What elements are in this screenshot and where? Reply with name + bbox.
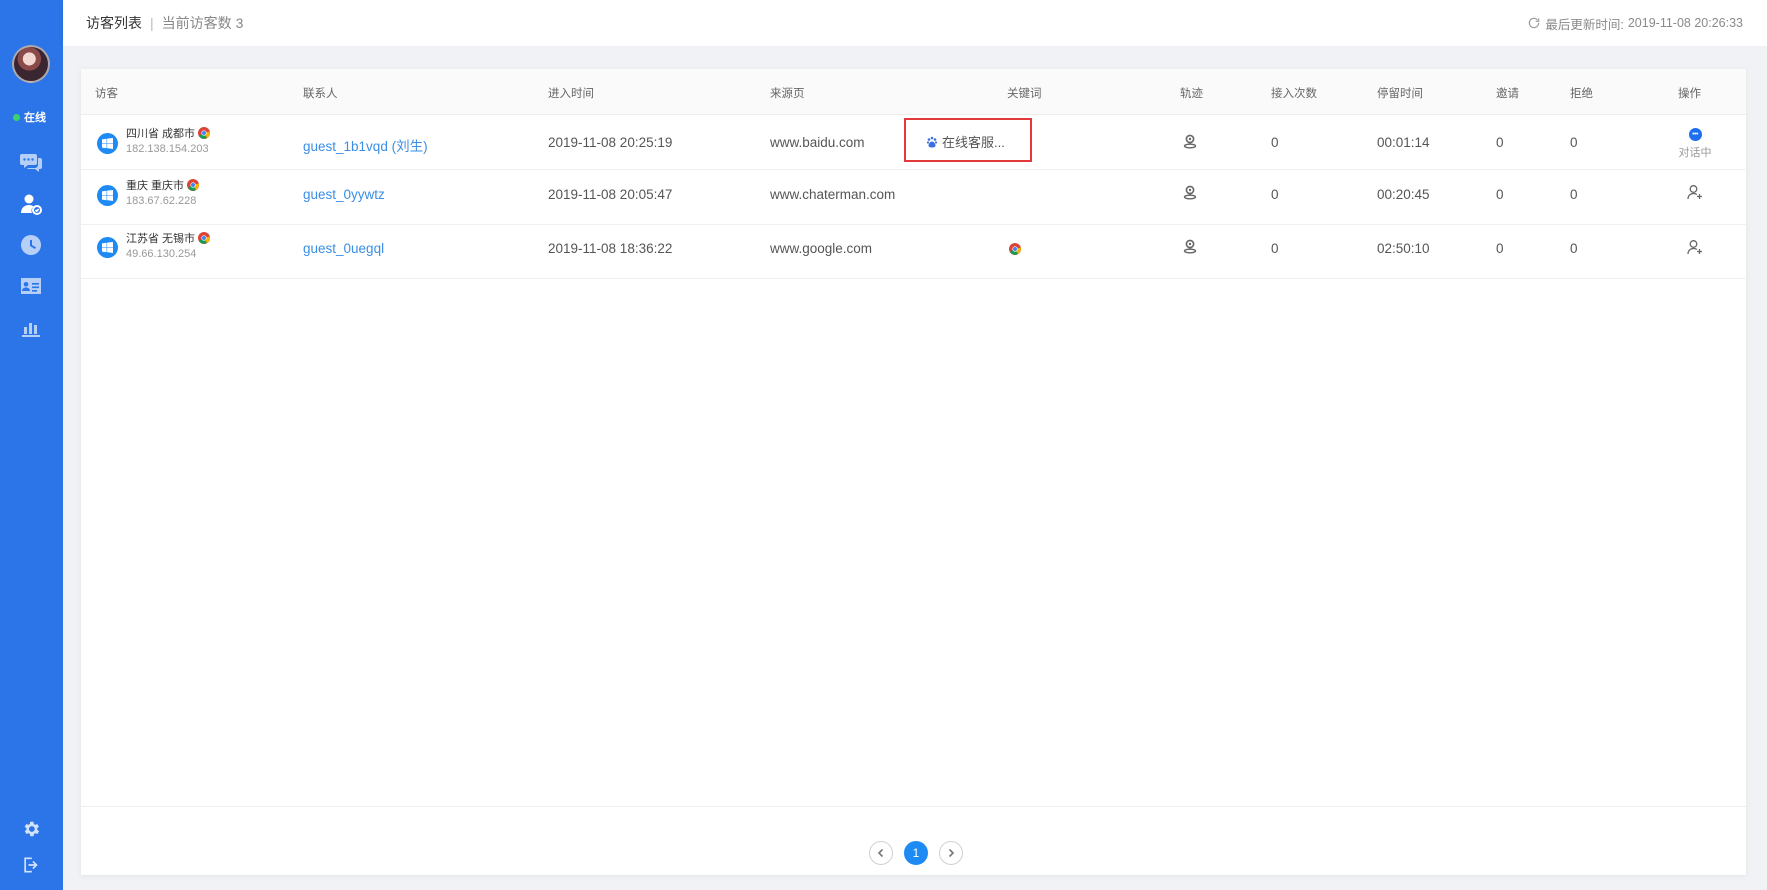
stay-time: 00:01:14 bbox=[1377, 135, 1430, 150]
visitor-location: 四川省 成都市 bbox=[126, 125, 211, 141]
chat-bubble-icon: ••• bbox=[1688, 128, 1702, 141]
stay-time: 00:20:45 bbox=[1377, 187, 1430, 202]
prev-page-button[interactable] bbox=[869, 841, 893, 865]
google-chrome-icon bbox=[1009, 243, 1021, 258]
col-reject: 拒绝 bbox=[1570, 88, 1593, 100]
col-stay: 停留时间 bbox=[1377, 88, 1423, 100]
visit-count: 0 bbox=[1271, 135, 1279, 150]
table-row[interactable]: 江苏省 无锡市 49.66.130.254 guest_0uegql 2019-… bbox=[81, 225, 1746, 279]
windows-icon bbox=[97, 185, 118, 206]
visitor-ip: 183.67.62.228 bbox=[126, 195, 197, 207]
status-label: 在线 bbox=[24, 112, 46, 124]
updated-label: 最后更新时间: bbox=[1545, 17, 1624, 32]
page-number-button[interactable]: 1 bbox=[904, 841, 928, 865]
invite-user-icon[interactable] bbox=[1687, 184, 1703, 200]
source-page[interactable]: www.google.com bbox=[770, 241, 872, 256]
location-text: 重庆 重庆市 bbox=[126, 180, 185, 192]
track-icon[interactable] bbox=[1182, 238, 1198, 254]
track-icon[interactable] bbox=[1182, 133, 1198, 149]
col-visits: 接入次数 bbox=[1271, 88, 1317, 100]
col-keyword: 关键词 bbox=[1007, 88, 1042, 100]
windows-icon bbox=[97, 133, 118, 154]
stats-icon[interactable] bbox=[18, 314, 44, 340]
invite-count: 0 bbox=[1496, 135, 1504, 150]
visitor-ip: 182.138.154.203 bbox=[126, 143, 209, 155]
table-header: 访客 联系人 进入时间 来源页 关键词 轨迹 接入次数 停留时间 邀请 拒绝 操… bbox=[81, 69, 1746, 115]
last-updated: 最后更新时间: 2019-11-08 20:26:33 bbox=[1527, 0, 1743, 46]
reject-count: 0 bbox=[1570, 135, 1578, 150]
refresh-icon[interactable] bbox=[1527, 16, 1541, 30]
col-source: 来源页 bbox=[770, 88, 805, 100]
table-row[interactable]: 重庆 重庆市 183.67.62.228 guest_0yywtz 2019-1… bbox=[81, 170, 1746, 225]
online-dot-icon bbox=[13, 113, 20, 121]
col-visitor: 访客 bbox=[95, 88, 118, 100]
col-track: 轨迹 bbox=[1180, 88, 1203, 100]
baidu-paw-icon bbox=[926, 136, 938, 148]
chat-icon[interactable] bbox=[18, 149, 44, 175]
enter-time: 2019-11-08 20:25:19 bbox=[548, 135, 673, 150]
contact-link[interactable]: guest_1b1vqd (刘生) bbox=[303, 135, 428, 155]
updated-time: 2019-11-08 20:26:33 bbox=[1627, 16, 1743, 30]
invite-count: 0 bbox=[1496, 187, 1504, 202]
visitor-icon[interactable] bbox=[18, 191, 44, 217]
source-page[interactable]: www.chaterman.com bbox=[770, 187, 895, 202]
online-status[interactable]: 在线 bbox=[13, 110, 46, 124]
visitor-count: 3 bbox=[235, 15, 244, 31]
settings-icon[interactable] bbox=[18, 816, 44, 842]
track-icon[interactable] bbox=[1182, 184, 1198, 200]
visitor-location: 江苏省 无锡市 bbox=[126, 230, 211, 246]
windows-icon bbox=[97, 237, 118, 258]
contacts-icon[interactable] bbox=[18, 273, 44, 299]
enter-time: 2019-11-08 20:05:47 bbox=[548, 187, 673, 202]
keyword-text: 在线客服... bbox=[942, 135, 1005, 150]
visit-count: 0 bbox=[1271, 187, 1279, 202]
chrome-icon bbox=[187, 179, 200, 191]
keyword-cell[interactable]: 在线客服... bbox=[926, 132, 1005, 151]
reject-count: 0 bbox=[1570, 187, 1578, 202]
source-page[interactable]: www.baidu.com bbox=[770, 135, 865, 150]
stay-time: 02:50:10 bbox=[1377, 241, 1430, 256]
col-action: 操作 bbox=[1678, 88, 1701, 100]
reject-count: 0 bbox=[1570, 241, 1578, 256]
location-text: 江苏省 无锡市 bbox=[126, 233, 196, 245]
visitor-table-panel: 访客 联系人 进入时间 来源页 关键词 轨迹 接入次数 停留时间 邀请 拒绝 操… bbox=[81, 69, 1746, 875]
col-contact: 联系人 bbox=[303, 88, 338, 100]
in-conversation-label: 对话中 bbox=[1678, 147, 1712, 159]
title-separator: | bbox=[150, 15, 154, 31]
in-conversation-button[interactable]: ••• 对话中 bbox=[1675, 128, 1715, 160]
col-invite: 邀请 bbox=[1496, 88, 1519, 100]
invite-user-icon[interactable] bbox=[1687, 239, 1703, 255]
page-subtitle: 当前访客数 bbox=[161, 15, 232, 31]
visit-count: 0 bbox=[1271, 241, 1279, 256]
contact-link[interactable]: guest_0yywtz bbox=[303, 187, 385, 202]
page-title: 访客列表 bbox=[86, 15, 142, 31]
avatar[interactable] bbox=[12, 45, 50, 83]
visitor-location: 重庆 重庆市 bbox=[126, 177, 200, 193]
table-footer-divider bbox=[81, 806, 1746, 807]
enter-time: 2019-11-08 18:36:22 bbox=[548, 241, 673, 256]
pagination: 1 bbox=[869, 841, 963, 865]
logout-icon[interactable] bbox=[18, 852, 44, 878]
chrome-icon bbox=[198, 127, 211, 139]
location-text: 四川省 成都市 bbox=[126, 128, 196, 140]
invite-count: 0 bbox=[1496, 241, 1504, 256]
col-enter-time: 进入时间 bbox=[548, 88, 594, 100]
sidebar: 在线 bbox=[0, 0, 63, 890]
next-page-button[interactable] bbox=[939, 841, 963, 865]
contact-link[interactable]: guest_0uegql bbox=[303, 241, 384, 256]
top-header: 访客列表 | 当前访客数 3 最后更新时间: 2019-11-08 20:26:… bbox=[63, 0, 1767, 46]
visitor-ip: 49.66.130.254 bbox=[126, 248, 197, 260]
history-icon[interactable] bbox=[18, 232, 44, 258]
chrome-icon bbox=[198, 232, 211, 244]
